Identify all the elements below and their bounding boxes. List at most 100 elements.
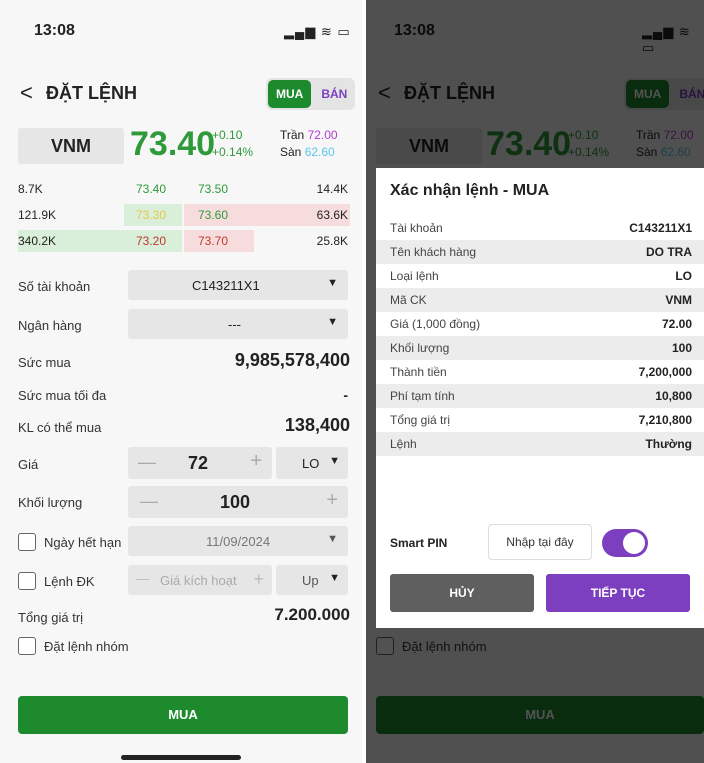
detail-key: Tên khách hàng <box>390 245 477 259</box>
account-label: Số tài khoản <box>18 279 91 294</box>
status-icons: ▂▄▆ ≋ ▭ <box>284 24 351 39</box>
detail-key: Khối lượng <box>390 341 450 355</box>
ask-price[interactable]: 73.50 <box>198 182 228 196</box>
max-power-value: - <box>343 387 348 403</box>
detail-value: LO <box>675 269 692 283</box>
buying-power-value: 9,985,578,400 <box>234 350 350 370</box>
direction-value: Up <box>302 573 319 588</box>
detail-value: 7,210,800 <box>638 413 692 427</box>
confirm-order-dialog: Xác nhận lệnh - MUA Tài khoản C143211X1 Tê… <box>376 168 704 628</box>
detail-value: C143211X1 <box>629 221 692 235</box>
group-order-checkbox[interactable] <box>18 637 36 655</box>
bank-label: Ngân hàng <box>18 318 82 333</box>
price-stepper[interactable]: — 72 + <box>128 447 272 479</box>
quantity-value[interactable]: 100 <box>220 492 250 513</box>
price-change-pct: +0.14% <box>212 145 254 159</box>
minus-icon[interactable]: — <box>140 491 158 512</box>
smart-pin-toggle[interactable] <box>602 529 648 557</box>
ceiling-value: 72.00 <box>307 128 338 142</box>
plus-icon[interactable]: + <box>250 450 262 473</box>
conditional-label: Lệnh ĐK <box>44 574 95 589</box>
detail-value: DO TRA <box>646 245 692 259</box>
buy-tab[interactable]: MUA <box>268 80 312 108</box>
bid-price[interactable]: 73.20 <box>136 234 166 248</box>
dropdown-icon: ▼ <box>329 455 340 467</box>
minus-icon[interactable]: — <box>136 571 149 586</box>
bid-volume: 121.9K <box>18 208 57 222</box>
direction-select[interactable]: Up ▼ <box>276 565 348 595</box>
orderbook-row: 121.9K 73.30 73.60 63.6K <box>18 204 350 226</box>
ceiling-price: Trần 72.00 <box>280 128 338 142</box>
detail-key: Thành tiền <box>390 365 447 379</box>
quantity-stepper[interactable]: — 100 + <box>128 486 348 518</box>
bank-select[interactable]: --- ▼ <box>128 309 348 339</box>
last-price: 73.40 <box>130 125 216 163</box>
trigger-price-input[interactable]: Giá kích hoạt <box>160 573 237 588</box>
floor-label: Sàn <box>280 145 302 159</box>
expiry-date-picker[interactable]: 11/09/2024 ▼ <box>128 526 348 556</box>
minus-icon[interactable]: — <box>138 452 156 473</box>
order-type-value: LO <box>302 456 320 471</box>
max-power-label: Sức mua tối đa <box>18 388 107 403</box>
ceiling-label: Trần <box>280 128 305 142</box>
symbol-box[interactable]: VNM <box>18 128 124 164</box>
detail-row: Khối lượng 100 <box>376 336 704 360</box>
total-value: 7.200.000 <box>274 605 350 624</box>
detail-row: Tài khoản C143211X1 <box>376 216 704 240</box>
detail-key: Lệnh <box>390 437 417 451</box>
buy-submit-button[interactable]: MUA <box>18 696 348 734</box>
status-time: 13:08 <box>34 22 75 39</box>
detail-value: 100 <box>671 341 692 355</box>
detail-key: Phí tạm tính <box>390 389 455 403</box>
trigger-price-stepper[interactable]: — Giá kích hoạt + <box>128 565 272 595</box>
order-screen: 13:08 ▂▄▆ ≋ ▭ < ĐẶT LỆNH MUA BÁN VNM 73.… <box>0 0 362 763</box>
orderbook-row: 340.2K 73.20 73.70 25.8K <box>18 230 350 252</box>
ask-price[interactable]: 73.60 <box>198 208 228 222</box>
price-label: Giá <box>18 457 39 472</box>
detail-key: Giá (1,000 đồng) <box>390 317 481 331</box>
smart-pin-input[interactable]: Nhập tại đây <box>488 524 592 560</box>
ask-volume: 14.4K <box>316 182 348 196</box>
page-title: ĐẶT LỆNH <box>46 83 137 103</box>
dropdown-icon: ▼ <box>327 533 338 545</box>
detail-row: Lệnh Thường <box>376 432 704 456</box>
bid-volume: 8.7K <box>18 182 43 196</box>
detail-row: Mã CK VNM <box>376 288 704 312</box>
cancel-button[interactable]: HỦY <box>390 574 534 612</box>
detail-value: VNM <box>665 293 692 307</box>
ask-price[interactable]: 73.70 <box>198 234 228 248</box>
order-confirm-screen: 13:08 ▂▄▆ ≋ ▭ < ĐẶT LỆNH MUA BÁN VNM 73.… <box>366 0 704 763</box>
bid-price[interactable]: 73.40 <box>136 182 166 196</box>
plus-icon[interactable]: + <box>326 489 338 512</box>
detail-value: 7,200,000 <box>638 365 692 379</box>
group-order-label: Đặt lệnh nhóm <box>44 639 129 654</box>
price-value[interactable]: 72 <box>188 453 208 474</box>
detail-row: Tên khách hàng DO TRA <box>376 240 704 264</box>
sell-tab[interactable]: BÁN <box>313 78 355 110</box>
back-icon[interactable]: < <box>20 80 33 106</box>
detail-row: Tổng giá trị 7,210,800 <box>376 408 704 432</box>
detail-value: 10,800 <box>655 389 692 403</box>
expiry-checkbox[interactable] <box>18 533 36 551</box>
conditional-checkbox[interactable] <box>18 572 36 590</box>
account-select[interactable]: C143211X1 ▼ <box>128 270 348 300</box>
detail-row: Giá (1,000 đồng) 72.00 <box>376 312 704 336</box>
quantity-label: Khối lượng <box>18 495 83 510</box>
detail-row: Thành tiền 7,200,000 <box>376 360 704 384</box>
detail-key: Mã CK <box>390 293 427 307</box>
bid-volume: 340.2K <box>18 234 57 248</box>
bid-price[interactable]: 73.30 <box>136 208 166 222</box>
expiry-value: 11/09/2024 <box>206 534 271 549</box>
orderbook-row: 8.7K 73.40 73.50 14.4K <box>18 178 350 200</box>
continue-button[interactable]: TIẾP TỤC <box>546 574 690 612</box>
detail-row: Phí tạm tính 10,800 <box>376 384 704 408</box>
detail-value: 72.00 <box>661 317 692 331</box>
order-type-select[interactable]: LO ▼ <box>276 447 348 479</box>
detail-value: Thường <box>645 437 692 451</box>
plus-icon[interactable]: + <box>253 569 264 590</box>
max-qty-label: KL có thể mua <box>18 420 102 435</box>
dropdown-icon: ▼ <box>327 277 338 289</box>
ask-volume: 63.6K <box>316 208 348 222</box>
detail-row: Loại lệnh LO <box>376 264 704 288</box>
detail-key: Tổng giá trị <box>390 413 451 427</box>
